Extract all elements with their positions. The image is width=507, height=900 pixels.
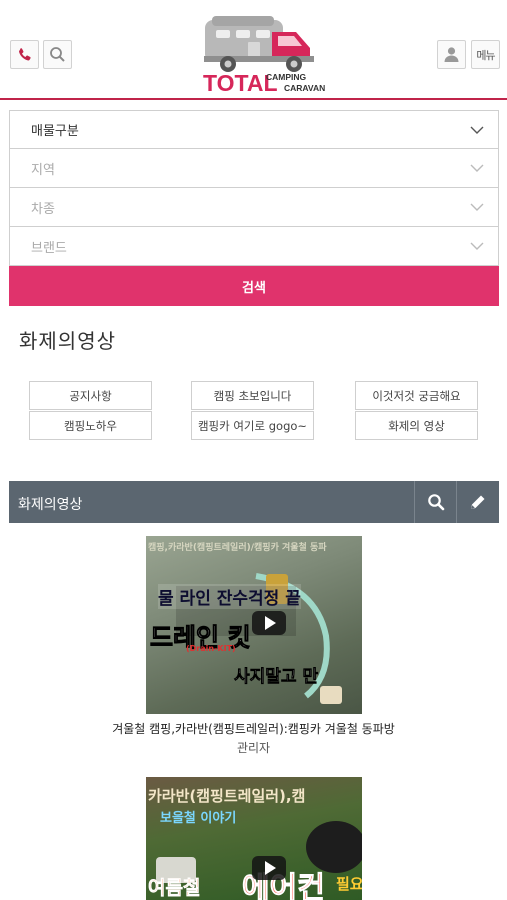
property-type-select[interactable]: 매물구분 [9,110,499,149]
video-caption[interactable]: 겨울철 캠핑,카라반(캠핑트레일러):캠핑카 겨울철 동파방 [0,720,507,737]
chevron-down-icon [470,203,484,211]
video-thumbnail[interactable]: 캠핑,카라반(캠핑트레일러)/캠핑카 겨울철 동파 물 라인 잔수걱정 끝 드레… [146,536,362,714]
site-header: TOTAL CAMPING CARAVAN 메뉴 [0,0,507,100]
vehicle-type-select[interactable]: 차종 [9,188,499,227]
chevron-down-icon [470,126,484,134]
brand-select[interactable]: 브랜드 [9,227,499,266]
video-overlay-top: 캠핑,카라반(캠핑트레일러)/캠핑카 겨울철 동파 [148,543,327,553]
vehicle-type-label: 차종 [31,201,55,217]
category-beginner-button[interactable]: 캠핑 초보입니다 [191,381,314,410]
video-overlay-line1: 물 라인 잔수걱정 끝 [158,584,301,609]
logo-camping-text: CAMPING [266,72,307,82]
chevron-down-icon [470,242,484,250]
user-icon [443,46,460,63]
property-type-label: 매물구분 [31,124,79,139]
play-icon[interactable] [252,856,286,880]
category-notice-button[interactable]: 공지사항 [29,381,152,410]
board-write-button[interactable] [456,481,498,523]
logo-caravan-text: CARAVAN [284,83,326,93]
video-overlay-line2b: (Drain-KIT) [186,644,236,653]
video-author: 관리자 [236,741,271,755]
board-title: 화제의영상 [18,497,83,513]
video-thumbnail[interactable]: 카라반(캠핑트레일러),캠 보을철 이야기 여름철 에어컨 필요 [146,777,362,900]
video-overlay-line1: 보을철 이야기 [160,811,237,826]
search-button[interactable]: 검색 [9,266,499,306]
caravan-logo-icon [204,16,314,72]
search-icon [427,494,444,511]
video-overlay-line2: 여름철 [148,877,201,900]
category-questions-button[interactable]: 이것저것 궁금해요 [355,381,478,410]
region-label: 지역 [31,162,55,178]
search-icon [49,46,66,63]
chevron-down-icon [470,164,484,172]
board-header-bar: 화제의영상 [9,481,499,523]
video-overlay-line4: 필요 [336,875,362,893]
play-icon[interactable] [252,611,286,635]
video-overlay-line3: 사지말고 만 [234,667,319,688]
section-title: 화제의영상 [19,329,116,353]
board-search-button[interactable] [414,481,456,523]
user-button[interactable] [437,40,466,69]
category-knowhow-button[interactable]: 캠핑노하우 [29,411,152,440]
menu-button[interactable]: 메뉴 [471,40,500,69]
phone-icon [17,47,33,63]
site-logo[interactable]: TOTAL CAMPING CARAVAN [200,12,330,98]
category-gogo-button[interactable]: 캠핑카 여기로 gogo~ [191,411,314,440]
category-videos-button[interactable]: 화제의 영상 [355,411,478,440]
header-search-button[interactable] [43,40,72,69]
pencil-icon [470,495,484,509]
phone-button[interactable] [10,40,39,69]
video-overlay-top: 카라반(캠핑트레일러),캠 [148,787,306,805]
brand-label: 브랜드 [31,240,67,256]
region-select[interactable]: 지역 [9,149,499,188]
search-filter-form: 매물구분 지역 차종 브랜드 검색 [9,110,499,306]
